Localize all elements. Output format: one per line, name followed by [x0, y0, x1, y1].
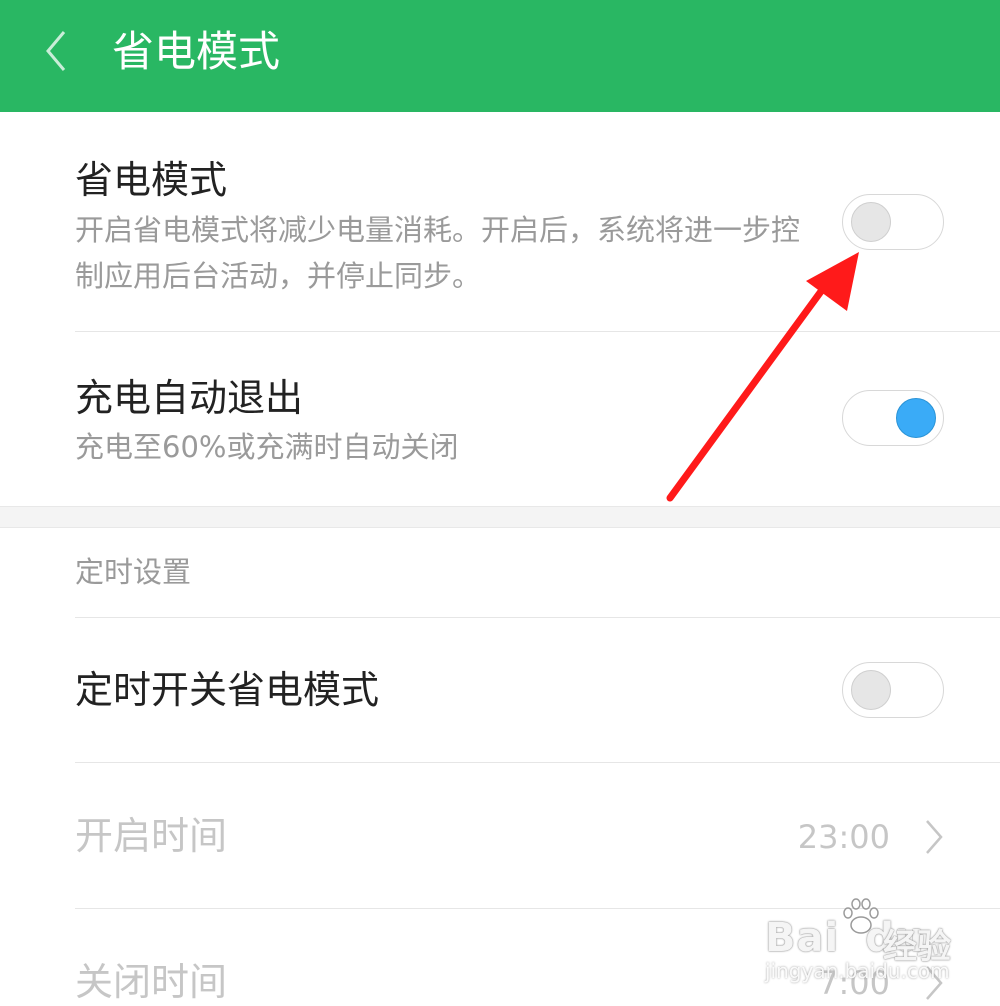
auto-exit-toggle[interactable]: [842, 390, 944, 446]
chevron-right-icon: [926, 820, 943, 854]
start-time-value: 23:00: [797, 818, 890, 856]
section-label-schedule: 定时设置: [75, 555, 192, 589]
toggle-knob: [896, 398, 936, 438]
chevron-left-icon: [46, 31, 66, 71]
watermark-url: jingyan.baidu.com: [765, 959, 950, 983]
power-saving-description: 开启省电模式将减少电量消耗。开启后，系统将进一步控制应用后台活动，并停止同步。: [75, 213, 801, 293]
section-separator: [0, 506, 1000, 528]
auto-exit-description: 充电至60%或充满时自动关闭: [75, 430, 459, 464]
scheduled-power-saving-toggle[interactable]: [842, 662, 944, 718]
auto-exit-title: 充电自动退出: [75, 376, 304, 420]
divider: [75, 617, 1000, 618]
start-time-label: 开启时间: [75, 814, 228, 858]
scheduled-power-saving-title: 定时开关省电模式: [75, 668, 380, 712]
power-saving-title: 省电模式: [75, 158, 228, 202]
back-button[interactable]: [38, 26, 78, 76]
page-title: 省电模式: [112, 27, 281, 76]
divider: [75, 762, 1000, 763]
top-app-bar: 省电模式: [0, 0, 1000, 112]
toggle-knob: [851, 670, 891, 710]
baidu-watermark: Bai du 经验 jingyan.baidu.com: [765, 895, 995, 1006]
divider: [75, 331, 1000, 332]
end-time-label: 关闭时间: [75, 960, 228, 1004]
power-saving-toggle[interactable]: [842, 194, 944, 250]
toggle-knob: [851, 202, 891, 242]
